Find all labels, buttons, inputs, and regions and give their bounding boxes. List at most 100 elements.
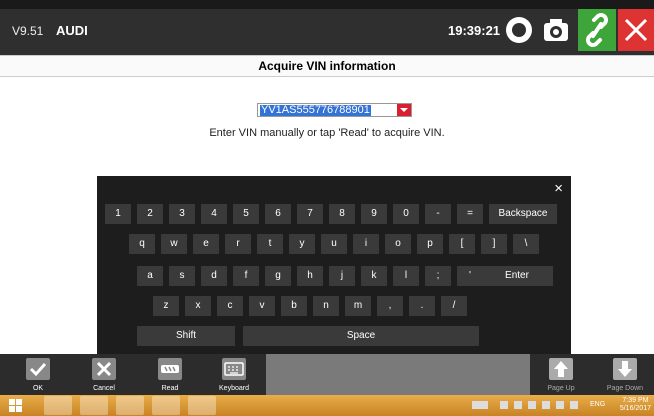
network-tray-icon[interactable]: [514, 401, 522, 409]
app-window: V9.51 AUDI 19:39:21 Acquire VIN informat…: [0, 0, 654, 416]
arrow-up-icon: [549, 358, 573, 380]
pen-app-icon[interactable]: [188, 396, 216, 415]
key-;[interactable]: ;: [425, 266, 451, 286]
camera-icon[interactable]: [540, 14, 572, 46]
key-2[interactable]: 2: [137, 204, 163, 224]
record-icon[interactable]: [503, 14, 535, 46]
key-i[interactable]: i: [353, 234, 379, 254]
clock: 19:39:21: [448, 23, 501, 38]
key-k[interactable]: k: [361, 266, 387, 286]
key-u[interactable]: u: [321, 234, 347, 254]
keyboard-icon: [222, 358, 246, 380]
link-icon[interactable]: [578, 9, 616, 51]
key-4[interactable]: 4: [201, 204, 227, 224]
taskbar-clock[interactable]: 7:39 PM 5/16/2017: [620, 397, 651, 413]
key-3[interactable]: 3: [169, 204, 195, 224]
key-'[interactable]: ': [457, 266, 483, 286]
diagnostic-app-icon[interactable]: [152, 396, 180, 415]
key-space[interactable]: Space: [243, 326, 479, 346]
key-y[interactable]: y: [289, 234, 315, 254]
key-shift[interactable]: Shift: [137, 326, 235, 346]
page-down-button[interactable]: Page Down: [605, 354, 645, 395]
key-=[interactable]: =: [457, 204, 483, 224]
key-o[interactable]: o: [385, 234, 411, 254]
key-g[interactable]: g: [265, 266, 291, 286]
key-t[interactable]: t: [257, 234, 283, 254]
key-w[interactable]: w: [161, 234, 187, 254]
key-v[interactable]: v: [249, 296, 275, 316]
key--[interactable]: -: [425, 204, 451, 224]
key-x[interactable]: x: [185, 296, 211, 316]
ok-button[interactable]: OK: [18, 354, 58, 395]
key-h[interactable]: h: [297, 266, 323, 286]
key-9[interactable]: 9: [361, 204, 387, 224]
key-z[interactable]: z: [153, 296, 179, 316]
key-backslash[interactable]: \: [513, 234, 539, 254]
key-[[interactable]: [: [449, 234, 475, 254]
key-1[interactable]: 1: [105, 204, 131, 224]
page-up-button[interactable]: Page Up: [541, 354, 581, 395]
instruction-text: Enter VIN manually or tap 'Read' to acqu…: [209, 127, 445, 139]
read-icon: [158, 358, 182, 380]
vin-value: YV1AS555776788901: [260, 104, 371, 116]
key-b[interactable]: b: [281, 296, 307, 316]
app-icon[interactable]: [116, 396, 144, 415]
ok-label: OK: [32, 385, 44, 392]
keyboard-button[interactable]: Keyboard: [214, 354, 254, 395]
key-e[interactable]: e: [193, 234, 219, 254]
key-6[interactable]: 6: [265, 204, 291, 224]
key-j[interactable]: j: [329, 266, 355, 286]
key-m[interactable]: m: [345, 296, 371, 316]
taskbar-time: 7:39 PM: [622, 397, 649, 404]
key-d[interactable]: d: [201, 266, 227, 286]
key-c[interactable]: c: [217, 296, 243, 316]
language-indicator[interactable]: ENG: [590, 401, 605, 408]
key-f[interactable]: f: [233, 266, 259, 286]
vin-input[interactable]: YV1AS555776788901: [257, 103, 412, 117]
bottom-toolbar: OK Cancel Read Keyboard Page Up Page Dow…: [0, 354, 654, 395]
browser-icon[interactable]: [44, 396, 72, 415]
read-button[interactable]: Read: [150, 354, 190, 395]
key-q[interactable]: q: [129, 234, 155, 254]
key-r[interactable]: r: [225, 234, 251, 254]
vin-dropdown-icon[interactable]: [397, 104, 411, 116]
cancel-icon: [92, 358, 116, 380]
wifi-tray-icon[interactable]: [542, 401, 550, 409]
key-0[interactable]: 0: [393, 204, 419, 224]
cancel-label: Cancel: [93, 385, 115, 392]
key-enter[interactable]: Enter: [481, 266, 553, 286]
key-s[interactable]: s: [169, 266, 195, 286]
keyboard-label: Keyboard: [219, 385, 249, 392]
key-.[interactable]: .: [409, 296, 435, 316]
flag-tray-icon[interactable]: [528, 401, 536, 409]
key-a[interactable]: a: [137, 266, 163, 286]
key-7[interactable]: 7: [297, 204, 323, 224]
key-n[interactable]: n: [313, 296, 339, 316]
toolbar-spacer: [266, 354, 530, 395]
key-backspace[interactable]: Backspace: [489, 204, 557, 224]
close-icon[interactable]: [618, 9, 654, 51]
key-8[interactable]: 8: [329, 204, 355, 224]
key-l[interactable]: l: [393, 266, 419, 286]
read-label: Read: [161, 385, 179, 392]
key-/[interactable]: /: [441, 296, 467, 316]
key-][interactable]: ]: [481, 234, 507, 254]
key-5[interactable]: 5: [233, 204, 259, 224]
folder-icon[interactable]: [80, 396, 108, 415]
keyboard-tray-icon[interactable]: [472, 401, 488, 409]
software-version: V9.51: [12, 24, 44, 38]
page-title: Acquire VIN information: [0, 55, 654, 77]
page-down-label: Page Down: [606, 385, 644, 392]
cancel-button[interactable]: Cancel: [84, 354, 124, 395]
windows-start-icon[interactable]: [4, 396, 28, 415]
signal-tray-icon[interactable]: [556, 401, 564, 409]
vehicle-make: AUDI: [56, 23, 88, 38]
arrow-down-icon: [613, 358, 637, 380]
volume-tray-icon[interactable]: [570, 401, 578, 409]
key-,[interactable]: ,: [377, 296, 403, 316]
key-p[interactable]: p: [417, 234, 443, 254]
keyboard-close-icon[interactable]: ×: [554, 180, 563, 197]
top-bar: V9.51 AUDI 19:39:21: [0, 0, 654, 55]
bluetooth-tray-icon[interactable]: [500, 401, 508, 409]
on-screen-keyboard: × 1 2 3 4 5 6 7 8 9 0- = Backspace q w e r t y u i o p [] \ a s d f…: [97, 176, 571, 354]
